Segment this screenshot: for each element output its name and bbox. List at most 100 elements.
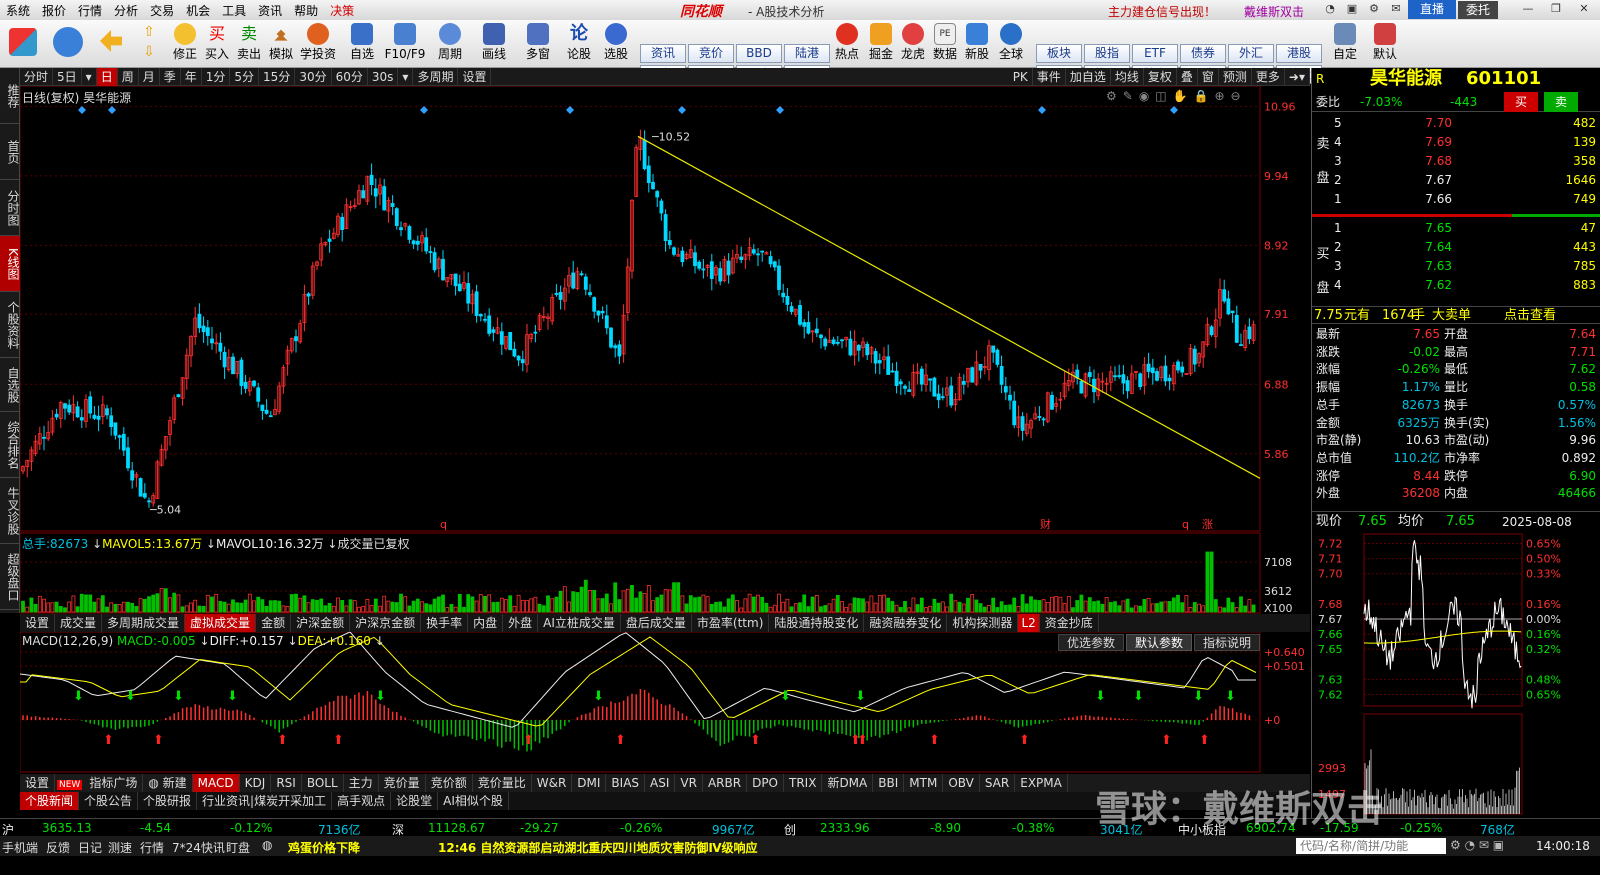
menu-news[interactable]: 资讯 (252, 2, 288, 19)
status-flash-news[interactable]: 7*24快讯 (172, 839, 225, 856)
newstab-ai-similar[interactable]: AI相似个股 (438, 792, 509, 810)
quick-sell-button[interactable]: 卖 (1544, 92, 1578, 112)
live-button[interactable]: 直播 (1408, 0, 1456, 19)
indtab-mtm[interactable]: MTM (904, 774, 944, 792)
period-month[interactable]: 月 (139, 67, 160, 86)
tab-diagnosis[interactable]: 牛叉诊股 (0, 478, 20, 544)
up-down-arrows-icon[interactable]: ⇧ ⇩ (136, 22, 162, 66)
bid-row[interactable]: 1 7.65 47 (1312, 220, 1600, 237)
signal-alert-2[interactable]: 戴维斯双击 (1244, 3, 1304, 20)
overlay-button[interactable]: 叠 (1177, 67, 1198, 86)
newstab-research[interactable]: 个股研报 (138, 792, 198, 810)
sell-button[interactable]: 卖卖出 (232, 22, 266, 66)
buy-button[interactable]: 买买入 (200, 22, 234, 66)
ask-row[interactable]: 2 7.67 1646 (1312, 172, 1600, 189)
sector-shortcut[interactable]: 板块 (1036, 44, 1082, 63)
jump-icon[interactable]: ➜▾ (1285, 67, 1310, 86)
robot-status-icon[interactable]: ◍ (262, 838, 272, 852)
ticker-1[interactable]: 鸡蛋价格下降 (288, 839, 360, 856)
indtab-main-force[interactable]: 主力 (344, 774, 379, 792)
indtab-dmi[interactable]: DMI (572, 774, 607, 792)
fix-button[interactable]: 修正 (168, 22, 202, 66)
indtab-new[interactable]: ◍ 新建 (143, 774, 193, 792)
period-button[interactable]: 周期 (430, 22, 470, 66)
toolbar-icons[interactable]: ⚙ ◔ ✉ ▣ (1450, 838, 1504, 852)
voltab-amount[interactable]: 金额 (256, 614, 292, 632)
adjust-button[interactable]: 复权 (1144, 67, 1177, 86)
status-speedtest[interactable]: 测速 (108, 839, 132, 856)
order-button[interactable]: 委托 (1458, 1, 1498, 19)
indtab-boll[interactable]: BOLL (302, 774, 344, 792)
indtab-expma[interactable]: EXPMA (1015, 774, 1068, 792)
add-watchlist-button[interactable]: 加自选 (1066, 67, 1111, 86)
period-5day[interactable]: 5日 (53, 67, 82, 86)
simulate-button[interactable]: 模拟 (264, 22, 298, 66)
newstab-stock-news[interactable]: 个股新闻 (20, 792, 80, 810)
etf-shortcut[interactable]: ETF (1132, 44, 1178, 63)
indtab-wr[interactable]: W&R (532, 774, 573, 792)
news-shortcut[interactable]: 资讯 (640, 44, 686, 63)
period-year[interactable]: 年 (181, 67, 202, 86)
bell-icon[interactable]: ◔ (1322, 2, 1338, 16)
voltab-volume[interactable]: 成交量 (55, 614, 103, 632)
default-button[interactable]: 默认 (1368, 22, 1402, 66)
newstab-industry[interactable]: 行业资讯|煤炭开采加工 (197, 792, 333, 810)
forex-shortcut[interactable]: 外汇 (1228, 44, 1274, 63)
indtab-auction-amt[interactable]: 竞价额 (426, 774, 473, 792)
dig-gold-button[interactable]: 掘金 (864, 22, 898, 66)
indtab-new-dma[interactable]: 新DMA (822, 774, 874, 792)
window-button[interactable]: 窗 (1198, 67, 1219, 86)
newstab-announcements[interactable]: 个股公告 (79, 792, 139, 810)
indtab-rsi[interactable]: RSI (271, 774, 302, 792)
menu-quote[interactable]: 报价 (36, 2, 72, 19)
period-60min[interactable]: 60分 (332, 67, 368, 86)
tab-profile[interactable]: 个股资料 (0, 292, 20, 358)
tab-super-orderbook[interactable]: 超级盘口 (0, 544, 20, 610)
voltab-bottom-fishing[interactable]: 资金抄底 (1040, 614, 1099, 632)
period-5min[interactable]: 5分 (230, 67, 260, 86)
voltab-sh-sz-amount[interactable]: 沪深金额 (291, 614, 351, 632)
indtab-bbi[interactable]: BBI (873, 774, 905, 792)
period-dropdown-icon[interactable]: ▾ (82, 67, 97, 86)
indtab-obv[interactable]: OBV (943, 774, 980, 792)
ask-row[interactable]: 3 7.68 358 (1312, 153, 1600, 170)
signal-alert[interactable]: 主力建仓信号出现！ (1108, 3, 1216, 20)
data-button[interactable]: PE 数据 (928, 22, 962, 66)
voltab-settings[interactable]: 设置 (20, 614, 56, 632)
chart-tools-icons[interactable]: ⚙✎◉◫✋🔒⊕⊖ (1106, 89, 1247, 103)
message-icon[interactable]: ✉ (1388, 2, 1404, 16)
indtab-dpo[interactable]: DPO (747, 774, 784, 792)
voltab-outer[interactable]: 外盘 (503, 614, 539, 632)
draw-line-button[interactable]: 画线 (474, 22, 514, 66)
period-intraday[interactable]: 分时 (20, 67, 54, 86)
status-feedback[interactable]: 反馈 (46, 839, 70, 856)
watchlist-button[interactable]: 自选 (342, 22, 382, 66)
menu-market[interactable]: 行情 (72, 2, 108, 19)
events-button[interactable]: 事件 (1033, 67, 1066, 86)
index-futures-shortcut[interactable]: 股指 (1084, 44, 1130, 63)
menu-help[interactable]: 帮助 (288, 2, 324, 19)
tab-watchlist[interactable]: 自选股 (0, 358, 20, 412)
customize-button[interactable]: 自定 (1328, 22, 1362, 66)
voltab-inner[interactable]: 内盘 (468, 614, 504, 632)
hk-connect-shortcut[interactable]: 陆港 (784, 44, 830, 63)
settings-icon[interactable]: ⚙ (1366, 2, 1382, 16)
maximize-icon[interactable]: ❐ (1548, 2, 1564, 16)
period-dropdown-icon-2[interactable]: ▾ (398, 67, 414, 86)
learn-button[interactable]: 学投资 (298, 22, 338, 66)
newstab-forum[interactable]: 论股堂 (391, 792, 439, 810)
minimize-icon[interactable]: — (1520, 2, 1536, 16)
menu-trade[interactable]: 交易 (144, 2, 180, 19)
tab-intraday[interactable]: 分时图 (0, 180, 20, 236)
period-settings[interactable]: 设置 (458, 67, 492, 86)
voltab-virtual-volume[interactable]: 虚拟成交量 (185, 614, 257, 632)
tab-home[interactable]: 首页 (0, 124, 20, 180)
ask-row[interactable]: 1 7.66 749 (1312, 191, 1600, 208)
pk-button[interactable]: PK (1009, 67, 1033, 86)
bid-row[interactable]: 4 7.62 883 (1312, 277, 1600, 294)
intraday-chart[interactable]: 7.72 0.65% 7.71 0.50% 7.70 0.33% 7.68 0.16% 7.67… (1312, 532, 1600, 818)
ticker-2[interactable]: 12:46 自然资源部启动湖北重庆四川地质灾害防御Ⅳ级响应 (438, 839, 758, 856)
status-mobile[interactable]: 手机端 (2, 839, 38, 856)
bid-row[interactable]: 3 7.63 785 (1312, 258, 1600, 275)
status-diary[interactable]: 日记 (78, 839, 102, 856)
